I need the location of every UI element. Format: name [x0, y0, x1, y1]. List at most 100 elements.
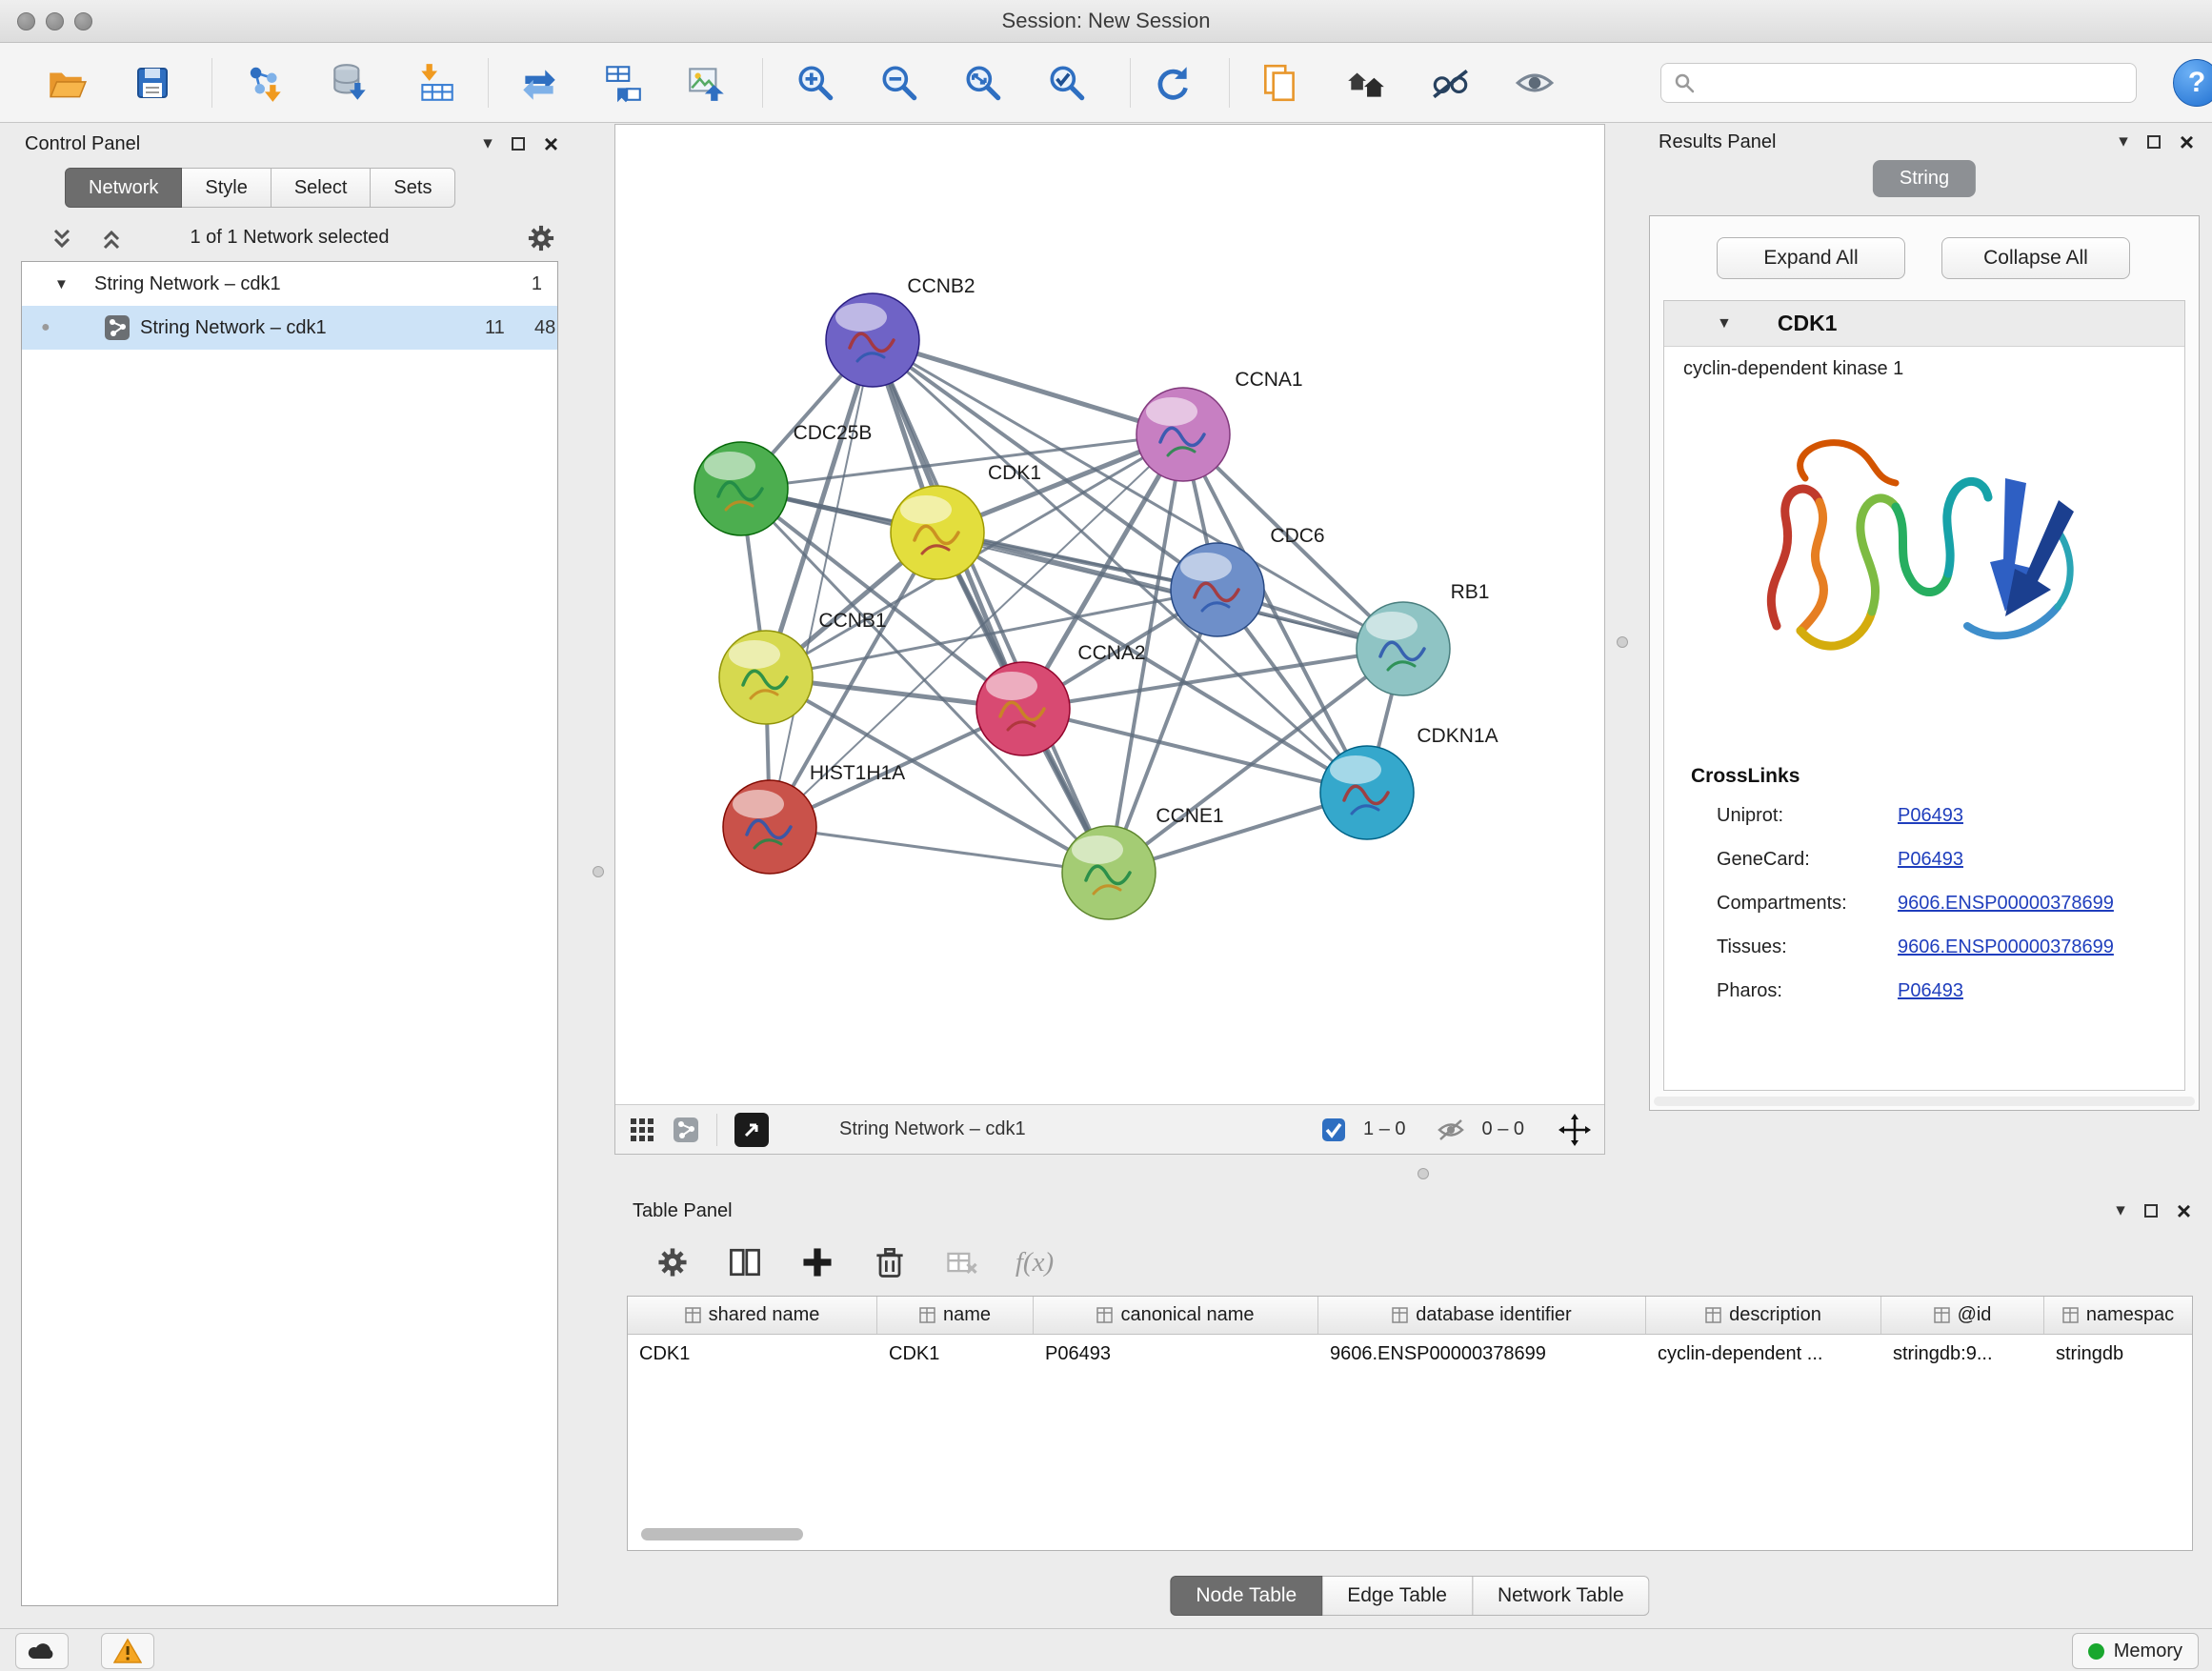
- search-input[interactable]: [1703, 72, 2124, 94]
- horizontal-splitter-handle[interactable]: [1418, 1168, 1429, 1179]
- import-table-button[interactable]: [410, 56, 463, 110]
- tab-edge-table[interactable]: Edge Table: [1322, 1576, 1473, 1616]
- birds-eye-grid-icon[interactable]: [629, 1117, 655, 1143]
- import-network-file-button[interactable]: [238, 56, 292, 110]
- network-graph[interactable]: CCNB2CCNA1CDC25BCDK1CDC6RB1CCNB1CCNA2CDK…: [615, 125, 1604, 1104]
- open-session-button[interactable]: [40, 56, 93, 110]
- table-cell[interactable]: cyclin-dependent ...: [1646, 1335, 1881, 1373]
- delete-table-button[interactable]: [935, 1235, 989, 1290]
- panel-menu-icon[interactable]: ▾: [2119, 130, 2128, 154]
- window-minimize-button[interactable]: [46, 12, 64, 30]
- column-header[interactable]: description: [1646, 1297, 1881, 1334]
- table-cell[interactable]: stringdb: [2044, 1335, 2192, 1373]
- tab-style[interactable]: Style: [182, 168, 271, 208]
- panel-close-icon[interactable]: ×: [544, 131, 558, 156]
- crosslink-link[interactable]: P06493: [1898, 980, 1963, 1002]
- network-node-CCNA1[interactable]: [1136, 388, 1230, 481]
- hidden-eye-slash-icon[interactable]: [1437, 1117, 1465, 1142]
- tab-network[interactable]: Network: [65, 168, 182, 208]
- crosslink-link[interactable]: P06493: [1898, 805, 1963, 827]
- expand-all-button[interactable]: Expand All: [1717, 237, 1905, 279]
- panel-close-icon[interactable]: ×: [2177, 1198, 2191, 1223]
- pan-crosshair-icon[interactable]: [1558, 1114, 1591, 1146]
- collapse-all-button[interactable]: Collapse All: [1941, 237, 2130, 279]
- network-node-CCNB1[interactable]: [719, 631, 813, 724]
- network-row-selected[interactable]: ● String Network – cdk1 11 48: [22, 306, 557, 350]
- panel-float-icon[interactable]: [512, 137, 525, 151]
- network-node-RB1[interactable]: [1357, 602, 1450, 695]
- table-cell[interactable]: 9606.ENSP00000378699: [1318, 1335, 1646, 1373]
- zoom-selected-button[interactable]: [1040, 56, 1094, 110]
- results-horizontal-scrollbar[interactable]: [1654, 1097, 2195, 1106]
- network-collection-row[interactable]: ▼ String Network – cdk1 1: [22, 262, 557, 306]
- zoom-in-button[interactable]: [789, 56, 842, 110]
- annotation-mode-button[interactable]: [734, 1113, 769, 1147]
- table-cell[interactable]: CDK1: [628, 1335, 877, 1373]
- panel-float-icon[interactable]: [2144, 1204, 2158, 1218]
- crosslink-link[interactable]: 9606.ENSP00000378699: [1898, 893, 2114, 915]
- network-node-CDC6[interactable]: [1171, 543, 1264, 636]
- tab-select[interactable]: Select: [271, 168, 372, 208]
- cloud-status-button[interactable]: [15, 1633, 69, 1669]
- table-cell[interactable]: stringdb:9...: [1881, 1335, 2044, 1373]
- network-options-gear-icon[interactable]: [524, 221, 558, 255]
- network-edge-CCNB2-CCNE1[interactable]: [873, 340, 1109, 873]
- search-box[interactable]: [1660, 63, 2137, 103]
- duplicate-network-button[interactable]: [1254, 56, 1307, 110]
- vertical-splitter-handle[interactable]: [593, 866, 604, 877]
- panel-close-icon[interactable]: ×: [2180, 130, 2194, 154]
- column-header[interactable]: shared name: [628, 1297, 877, 1334]
- column-header[interactable]: @id: [1881, 1297, 2044, 1334]
- column-header[interactable]: database identifier: [1318, 1297, 1646, 1334]
- crosslink-link[interactable]: P06493: [1898, 849, 1963, 871]
- save-session-button[interactable]: [126, 56, 179, 110]
- window-close-button[interactable]: [17, 12, 35, 30]
- panel-menu-icon[interactable]: ▾: [483, 131, 493, 156]
- network-edge-HIST1H1A-CCNE1[interactable]: [770, 827, 1109, 873]
- vertical-splitter-handle[interactable]: [1617, 636, 1628, 648]
- network-node-HIST1H1A[interactable]: [723, 780, 816, 874]
- selected-checkbox-icon[interactable]: [1321, 1117, 1346, 1142]
- collapse-section-icon[interactable]: ▼: [1717, 315, 1732, 332]
- string-view-icon[interactable]: [673, 1117, 699, 1143]
- help-button[interactable]: ?: [2173, 59, 2212, 107]
- network-node-CDC25B[interactable]: [694, 442, 788, 535]
- tab-node-table[interactable]: Node Table: [1170, 1576, 1322, 1616]
- import-network-database-button[interactable]: [324, 56, 377, 110]
- hide-details-button[interactable]: [1423, 56, 1477, 110]
- table-row[interactable]: CDK1 CDK1 P06493 9606.ENSP00000378699 cy…: [628, 1335, 2192, 1373]
- results-tab-string[interactable]: String: [1873, 160, 1976, 197]
- network-node-CDKN1A[interactable]: [1320, 746, 1414, 839]
- tab-network-table[interactable]: Network Table: [1473, 1576, 1650, 1616]
- panel-float-icon[interactable]: [2147, 135, 2161, 149]
- zoom-out-button[interactable]: [873, 56, 926, 110]
- network-node-CCNA2[interactable]: [976, 662, 1070, 755]
- refresh-button[interactable]: [1146, 56, 1199, 110]
- column-header[interactable]: canonical name: [1034, 1297, 1318, 1334]
- show-details-button[interactable]: [1508, 56, 1561, 110]
- table-horizontal-scrollbar[interactable]: [641, 1528, 803, 1540]
- network-merge-button[interactable]: [513, 56, 566, 110]
- network-node-CCNE1[interactable]: [1062, 826, 1156, 919]
- zoom-fit-button[interactable]: [956, 56, 1010, 110]
- network-node-CDK1[interactable]: [891, 486, 984, 579]
- network-edge-CCNB2-CCNA1[interactable]: [873, 340, 1183, 434]
- network-node-CCNB2[interactable]: [826, 293, 919, 387]
- warnings-button[interactable]: [101, 1633, 154, 1669]
- tab-sets[interactable]: Sets: [371, 168, 455, 208]
- protein-header[interactable]: ▼ CDK1: [1664, 301, 2184, 347]
- crosslink-link[interactable]: 9606.ENSP00000378699: [1898, 936, 2114, 958]
- new-network-from-table-button[interactable]: [596, 56, 650, 110]
- create-column-button[interactable]: [791, 1235, 844, 1290]
- delete-column-button[interactable]: [863, 1235, 916, 1290]
- table-cell[interactable]: CDK1: [877, 1335, 1034, 1373]
- network-overview-button[interactable]: [1339, 56, 1393, 110]
- panel-menu-icon[interactable]: ▾: [2116, 1198, 2125, 1223]
- column-header[interactable]: name: [877, 1297, 1034, 1334]
- export-image-button[interactable]: [680, 56, 734, 110]
- memory-button[interactable]: Memory: [2072, 1633, 2199, 1669]
- window-zoom-button[interactable]: [74, 12, 92, 30]
- show-columns-button[interactable]: [718, 1235, 772, 1290]
- column-header[interactable]: namespac: [2044, 1297, 2192, 1334]
- network-canvas[interactable]: CCNB2CCNA1CDC25BCDK1CDC6RB1CCNB1CCNA2CDK…: [615, 125, 1604, 1104]
